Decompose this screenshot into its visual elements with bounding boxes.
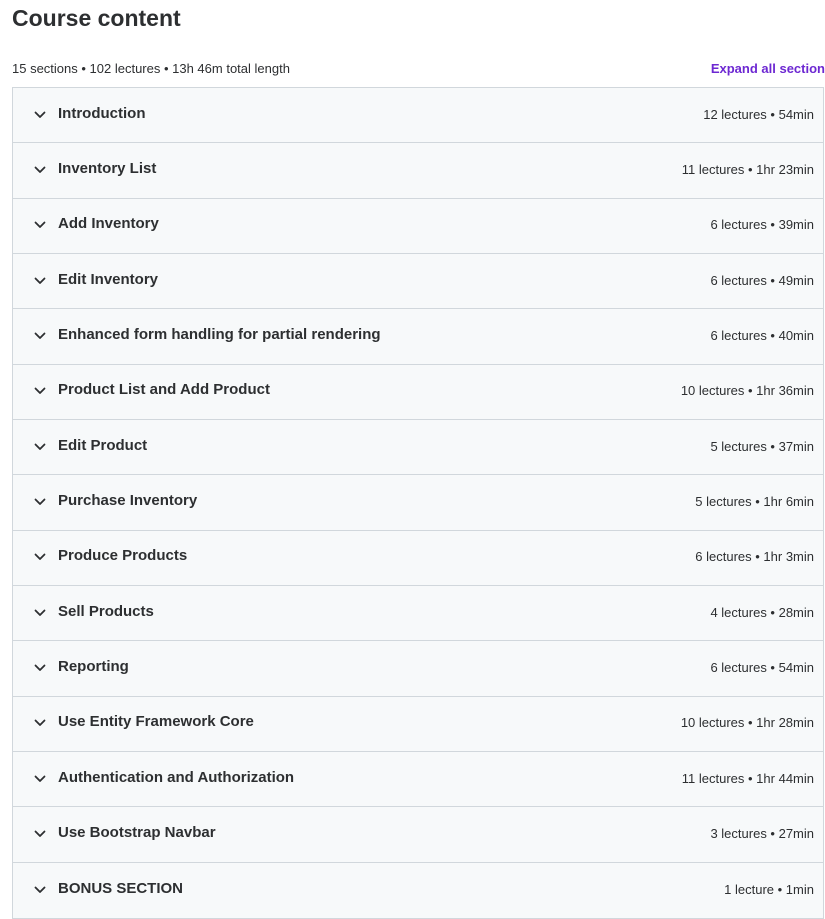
section-title: Reporting [58,658,129,676]
chevron-down-icon [33,329,47,343]
section-row[interactable]: Add Inventory 6 lectures • 39min [13,198,823,255]
section-stats: 5 lectures • 1hr 6min [695,494,814,510]
chevron-down-icon [33,108,47,122]
section-title: Authentication and Authorization [58,768,295,786]
chevron-down-icon [33,440,47,454]
section-title: BONUS SECTION [58,879,184,897]
section-title: Purchase Inventory [58,492,198,510]
chevron-down-icon [33,218,47,232]
course-summary: 15 sections • 102 lectures • 13h 46m tot… [12,60,290,76]
expand-all-sections-button[interactable]: Expand all section [711,61,825,76]
section-row[interactable]: BONUS SECTION 1 lecture • 1min [13,862,823,919]
chevron-down-icon [33,883,47,897]
section-stats: 11 lectures • 1hr 44min [681,770,814,786]
sections-list: Introduction 12 lectures • 54min Inventory… [12,87,824,919]
section-title: Use Entity Framework Core [58,713,254,731]
section-row[interactable]: Edit Product 5 lectures • 37min [13,420,823,476]
chevron-down-icon [33,606,47,620]
section-row[interactable]: Produce Products 6 lectures • 1hr 3min [13,530,823,587]
chevron-down-icon [33,274,47,288]
chevron-down-icon [33,384,47,398]
section-stats: 3 lectures • 27min [710,826,814,842]
section-stats: 6 lectures • 1hr 3min [695,549,814,565]
section-stats: 12 lectures • 54min [703,106,814,122]
section-row[interactable]: Purchase Inventory 5 lectures • 1hr 6min [13,475,823,531]
section-row[interactable]: Use Entity Framework Core 10 lectures • 1… [13,696,823,753]
section-title: Edit Inventory [58,270,159,288]
section-title: Edit Product [58,436,148,454]
section-title: Product List and Add Product [58,381,270,399]
section-row[interactable]: Enhanced form handling for partial rende… [13,309,823,365]
section-title: Add Inventory [58,215,159,233]
chevron-down-icon [33,772,47,786]
section-stats: 10 lectures • 1hr 28min [680,715,814,731]
section-title: Inventory List [58,160,157,178]
section-title: Enhanced form handling for partial rende… [58,326,381,344]
section-stats: 4 lectures • 28min [710,604,814,620]
section-stats: 11 lectures • 1hr 23min [681,162,814,178]
section-row[interactable]: Edit Inventory 6 lectures • 49min [13,254,823,310]
section-row[interactable]: Introduction 12 lectures • 54min [13,88,823,144]
course-summary-row: 15 sections • 102 lectures • 13h 46m tot… [12,58,825,78]
section-row[interactable]: Use Bootstrap Navbar 3 lectures • 27min [13,807,823,863]
section-stats: 6 lectures • 49min [710,272,814,288]
page-title: Course content [12,5,181,31]
section-row[interactable]: Inventory List 11 lectures • 1hr 23min [13,143,823,199]
chevron-down-icon [33,495,47,509]
section-title: Introduction [58,104,146,122]
chevron-down-icon [33,716,47,730]
section-stats: 5 lectures • 37min [710,438,814,454]
section-stats: 10 lectures • 1hr 36min [680,383,814,399]
section-stats: 6 lectures • 40min [710,328,814,344]
section-title: Produce Products [58,547,188,565]
chevron-down-icon [33,550,47,564]
section-row[interactable]: Reporting 6 lectures • 54min [13,641,823,697]
section-row[interactable]: Product List and Add Product 10 lectures … [13,364,823,421]
section-stats: 1 lecture • 1min [724,881,814,897]
section-stats: 6 lectures • 39min [710,217,814,233]
section-title: Sell Products [58,602,154,620]
section-title: Use Bootstrap Navbar [58,824,216,842]
chevron-down-icon [33,827,47,841]
section-stats: 6 lectures • 54min [710,660,814,676]
chevron-down-icon [33,661,47,675]
section-row[interactable]: Sell Products 4 lectures • 28min [13,586,823,642]
section-row[interactable]: Authentication and Authorization 11 lectu… [13,752,823,808]
chevron-down-icon [33,163,47,177]
